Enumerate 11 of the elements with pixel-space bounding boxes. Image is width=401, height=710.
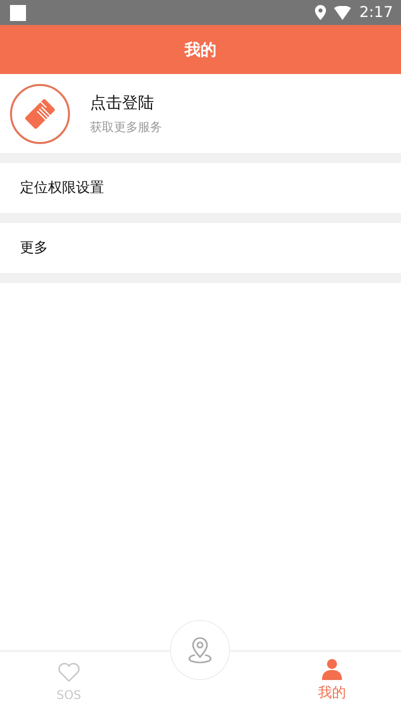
menu-item[interactable]: 更多 (0, 223, 401, 273)
login-subtitle: 获取更多服务 (90, 119, 162, 136)
status-time: 2:17 (359, 2, 393, 24)
menu-item[interactable]: 定位权限设置 (0, 163, 401, 213)
heart-icon (56, 661, 81, 683)
notification-icon (10, 4, 26, 20)
person-icon (321, 658, 344, 680)
wifi-icon (334, 6, 352, 20)
location-icon (315, 5, 326, 20)
login-title[interactable]: 点击登陆 (90, 91, 162, 115)
header-title: 我的 (184, 38, 216, 60)
